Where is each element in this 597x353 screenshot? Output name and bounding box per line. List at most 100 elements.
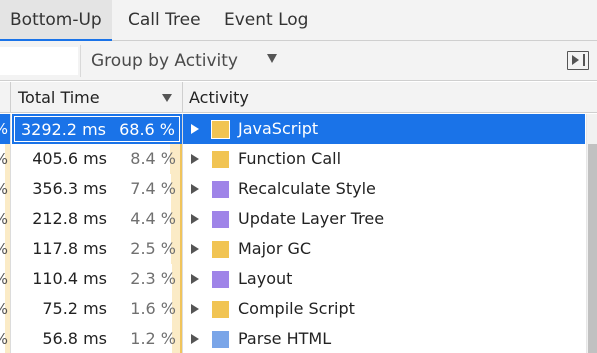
total-time-cell: 75.2 ms 1.6 % xyxy=(12,294,182,324)
total-time-percent: 4.4 % xyxy=(130,209,176,228)
self-time-cell: % xyxy=(0,294,11,324)
self-time-cell: % xyxy=(0,264,11,294)
category-color-swatch xyxy=(212,211,229,228)
total-time-cell: 56.8 ms 1.2 % xyxy=(12,324,182,353)
table-row[interactable]: % 56.8 ms 1.2 % Parse HTML xyxy=(0,324,585,353)
activity-name: Major GC xyxy=(238,239,312,258)
total-time-cell: 212.8 ms 4.4 % xyxy=(12,204,182,234)
self-time-cell: % xyxy=(0,174,11,204)
total-time-ms: 405.6 ms xyxy=(32,149,107,168)
self-time-percent: % xyxy=(0,174,8,204)
total-time-percent: 7.4 % xyxy=(130,179,176,198)
expand-arrow-icon[interactable] xyxy=(191,154,199,164)
total-time-percent: 1.6 % xyxy=(130,299,176,318)
table-row[interactable]: % 212.8 ms 4.4 % Update Layer Tree xyxy=(0,204,585,234)
total-time-ms: 3292.2 ms xyxy=(21,120,106,139)
expand-arrow-icon[interactable] xyxy=(191,304,199,314)
self-time-percent: % xyxy=(0,144,8,174)
activity-column-header[interactable]: Activity xyxy=(189,82,249,113)
category-color-swatch xyxy=(212,151,229,168)
expand-arrow-icon[interactable] xyxy=(191,214,199,224)
filter-input[interactable] xyxy=(0,47,78,75)
tab-bottom-up[interactable]: Bottom-Up xyxy=(0,0,112,41)
table-row[interactable]: % 405.6 ms 8.4 % Function Call xyxy=(0,144,585,174)
category-color-swatch xyxy=(212,271,229,288)
total-time-ms: 110.4 ms xyxy=(32,269,107,288)
table-row[interactable]: % 3292.2 ms 68.6 % JavaScript xyxy=(0,114,585,144)
self-time-cell: % xyxy=(0,114,11,144)
column-divider xyxy=(182,114,183,144)
activity-name: Layout xyxy=(238,269,293,288)
expand-arrow-icon[interactable] xyxy=(191,274,199,284)
column-divider xyxy=(182,204,183,234)
total-time-cell: 117.8 ms 2.5 % xyxy=(12,234,182,264)
vertical-scrollbar[interactable] xyxy=(586,114,597,353)
total-time-ms: 56.8 ms xyxy=(42,329,107,348)
activity-name: JavaScript xyxy=(238,119,319,138)
column-divider xyxy=(182,174,183,204)
column-divider xyxy=(182,264,183,294)
total-time-percent: 2.5 % xyxy=(130,239,176,258)
scrollbar-thumb[interactable] xyxy=(588,144,597,353)
self-time-cell: % xyxy=(0,204,11,234)
total-time-ms: 75.2 ms xyxy=(42,299,107,318)
sidebar-toggle-triangle xyxy=(572,55,579,65)
toolbar: Group by Activity xyxy=(0,41,597,81)
activity-name: Function Call xyxy=(238,149,342,168)
column-header-row: Total Time Activity xyxy=(0,82,597,113)
self-time-percent: % xyxy=(0,294,8,324)
self-time-percent: % xyxy=(0,204,8,234)
activity-name: Compile Script xyxy=(238,299,355,318)
column-divider xyxy=(182,294,183,324)
table-row[interactable]: % 110.4 ms 2.3 % Layout xyxy=(0,264,585,294)
total-time-cell: 356.3 ms 7.4 % xyxy=(12,174,182,204)
total-time-percent: 1.2 % xyxy=(130,329,176,348)
category-color-swatch xyxy=(212,241,229,258)
dropdown-arrow-icon[interactable] xyxy=(267,54,277,63)
activity-table: % 3292.2 ms 68.6 % JavaScript% 405.6 ms 8.4 %… xyxy=(0,114,597,353)
self-time-percent: % xyxy=(0,114,8,144)
self-time-column-header[interactable] xyxy=(0,82,11,113)
toolbar-divider xyxy=(80,45,81,77)
category-color-swatch xyxy=(212,181,229,198)
table-row[interactable]: % 117.8 ms 2.5 % Major GC xyxy=(0,234,585,264)
sidebar-toggle-bar xyxy=(583,54,585,66)
self-time-percent: % xyxy=(0,264,8,294)
sort-descending-icon[interactable] xyxy=(162,94,172,102)
activity-name: Update Layer Tree xyxy=(238,209,385,228)
self-time-cell: % xyxy=(0,324,11,353)
total-time-ms: 212.8 ms xyxy=(32,209,107,228)
self-time-percent: % xyxy=(0,234,8,264)
column-divider xyxy=(182,324,183,353)
column-divider[interactable] xyxy=(182,82,183,113)
table-row[interactable]: % 356.3 ms 7.4 % Recalculate Style xyxy=(0,174,585,204)
total-time-percent: 68.6 % xyxy=(119,120,175,139)
expand-arrow-icon[interactable] xyxy=(191,124,199,134)
self-time-cell: % xyxy=(0,144,11,174)
column-divider xyxy=(182,234,183,264)
expand-arrow-icon[interactable] xyxy=(191,184,199,194)
expand-arrow-icon[interactable] xyxy=(191,334,199,344)
activity-name: Parse HTML xyxy=(238,329,332,348)
tab-event-log[interactable]: Event Log xyxy=(224,0,308,41)
total-time-percent: 8.4 % xyxy=(130,149,176,168)
activity-name: Recalculate Style xyxy=(238,179,376,198)
expand-arrow-icon[interactable] xyxy=(191,244,199,254)
group-by-select[interactable]: Group by Activity xyxy=(91,41,238,81)
tab-call-tree[interactable]: Call Tree xyxy=(128,0,201,41)
category-color-swatch xyxy=(211,120,230,139)
self-time-cell: % xyxy=(0,234,11,264)
total-time-cell: 110.4 ms 2.3 % xyxy=(12,264,182,294)
total-time-ms: 356.3 ms xyxy=(32,179,107,198)
tab-bar: Bottom-Up Call Tree Event Log xyxy=(0,0,597,41)
self-time-percent: % xyxy=(0,324,8,353)
toggle-sidebar-icon[interactable] xyxy=(567,51,589,70)
category-color-swatch xyxy=(212,301,229,318)
total-time-cell: 405.6 ms 8.4 % xyxy=(12,144,182,174)
total-time-cell: 3292.2 ms 68.6 % xyxy=(12,114,182,144)
total-time-percent: 2.3 % xyxy=(130,269,176,288)
total-time-ms: 117.8 ms xyxy=(32,239,107,258)
column-divider xyxy=(182,144,183,174)
table-row[interactable]: % 75.2 ms 1.6 % Compile Script xyxy=(0,294,585,324)
total-time-column-header[interactable]: Total Time xyxy=(18,82,100,113)
